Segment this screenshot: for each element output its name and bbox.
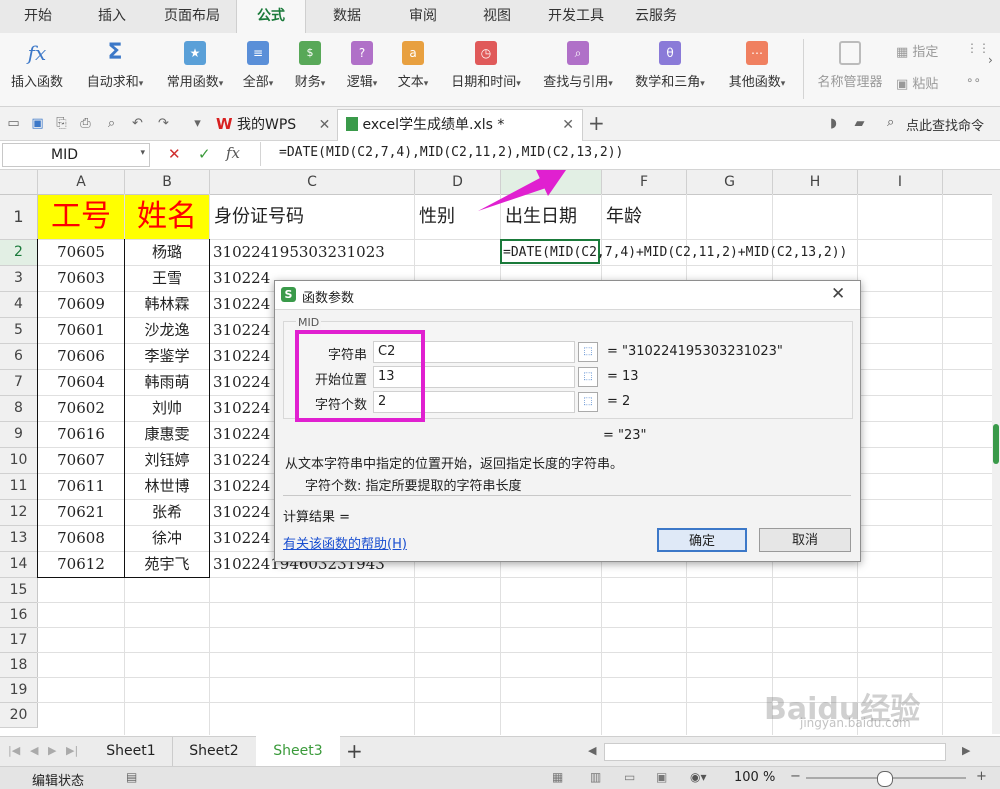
add-sheet-icon[interactable]: + <box>346 739 363 763</box>
range-picker-icon[interactable]: ⬚ <box>578 392 598 412</box>
argument-description: 字符个数: 指定所要提取的字符串长度 <box>305 479 522 494</box>
last-sheet-icon[interactable]: ▶| <box>66 744 78 757</box>
sheet-tab-active[interactable]: Sheet3 <box>256 736 340 766</box>
scroll-right-icon[interactable]: ▶ <box>962 744 970 757</box>
zoom-level[interactable]: 100 % <box>734 770 775 785</box>
function-description: 从文本字符串中指定的位置开始，返回指定长度的字符串。 <box>285 457 624 472</box>
divider <box>283 495 851 496</box>
sheet-tab[interactable]: Sheet2 <box>172 737 257 766</box>
range-picker-icon[interactable]: ⬚ <box>578 342 598 362</box>
wps-sheet-logo-icon: S <box>281 287 296 302</box>
range-picker-icon[interactable]: ⬚ <box>578 367 598 387</box>
highlight-box <box>295 330 425 422</box>
arrow-to-formula <box>478 178 546 211</box>
scroll-left-icon[interactable]: ◀ <box>588 744 596 757</box>
total-result: = "23" <box>603 428 647 443</box>
sheet-tab-bar: |◀ ◀ ▶ ▶| Sheet1 Sheet2 Sheet3 + ◀ ▶ <box>0 736 1000 767</box>
calc-result-label: 计算结果 = <box>283 510 351 525</box>
zoom-slider-thumb[interactable] <box>877 771 893 787</box>
help-link[interactable]: 有关该函数的帮助(H) <box>283 533 407 552</box>
sheet-tab[interactable]: Sheet1 <box>90 737 173 766</box>
zoom-out-icon[interactable]: − <box>790 769 801 784</box>
page-break-view-icon[interactable]: ▭ <box>624 770 635 784</box>
dialog-titlebar[interactable]: S 函数参数 ✕ <box>275 281 860 310</box>
first-sheet-icon[interactable]: |◀ <box>8 744 20 757</box>
next-sheet-icon[interactable]: ▶ <box>48 744 56 757</box>
cancel-button[interactable]: 取消 <box>759 528 851 552</box>
prev-sheet-icon[interactable]: ◀ <box>30 744 38 757</box>
watermark-url: jingyan.baidu.com <box>800 716 911 730</box>
normal-view-icon[interactable]: ▦ <box>552 770 563 784</box>
eye-protect-icon[interactable]: ◉▾ <box>690 770 707 784</box>
zoom-in-icon[interactable]: + <box>976 769 987 784</box>
edit-mode-label: 编辑状态 <box>32 774 85 789</box>
close-icon[interactable]: ✕ <box>831 284 845 304</box>
macro-icon[interactable]: ▤ <box>126 770 137 784</box>
function-arguments-dialog: S 函数参数 ✕ MID 字符串 C2 ⬚ = "310224195303231… <box>274 280 861 562</box>
status-bar: 编辑状态 ▤ ▦ ▥ ▭ ▣ ◉▾ 100 % − + <box>0 766 1000 789</box>
reading-view-icon[interactable]: ▣ <box>656 770 667 784</box>
ok-button[interactable]: 确定 <box>657 528 747 552</box>
page-layout-view-icon[interactable]: ▥ <box>590 770 601 784</box>
horizontal-scrollbar[interactable] <box>604 743 946 761</box>
